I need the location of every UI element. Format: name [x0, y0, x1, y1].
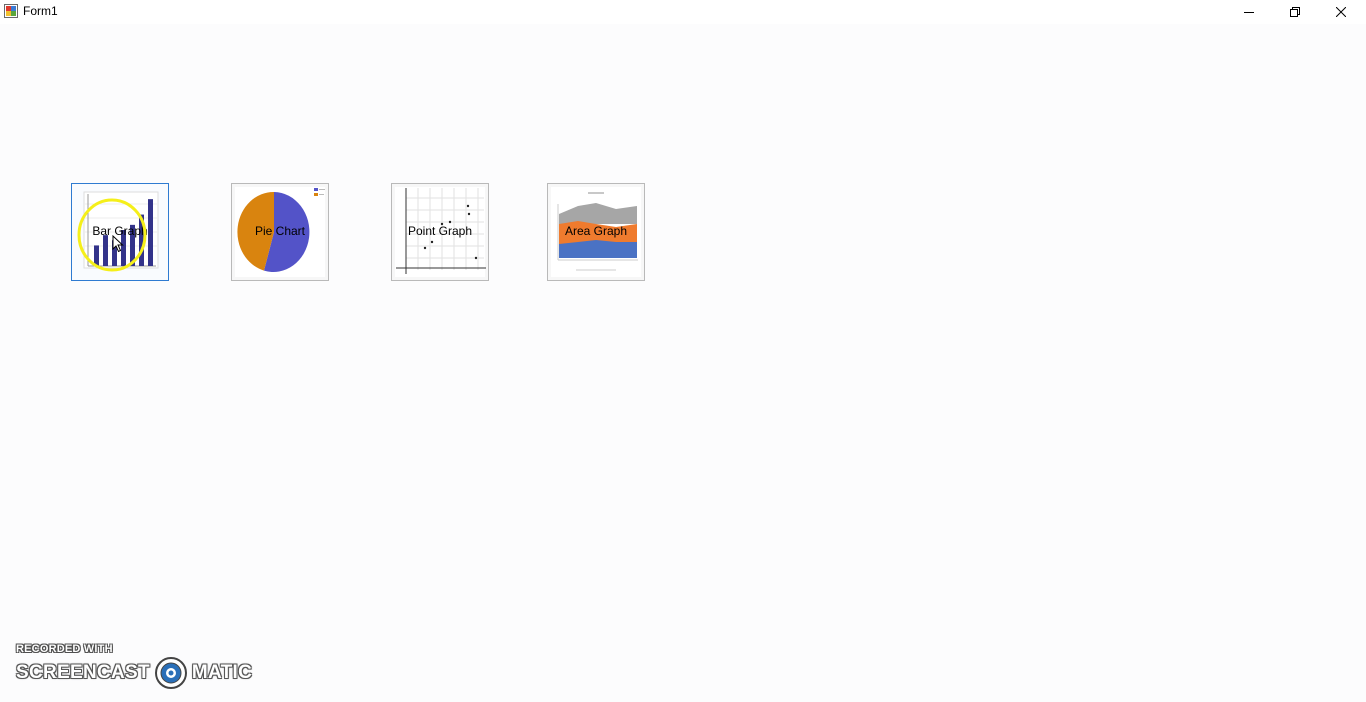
pie-chart-label: Pie Chart	[254, 224, 306, 238]
bar-mark	[103, 235, 108, 266]
restore-icon	[1290, 7, 1300, 17]
watermark-recorded-with: RECORDED WITH	[16, 643, 113, 655]
screencast-watermark: RECORDED WITH SCREENCAST MATIC	[16, 643, 252, 690]
area-graph-label: Area Graph	[564, 224, 628, 238]
watermark-left-word: SCREENCAST	[16, 662, 150, 683]
restore-button[interactable]	[1272, 0, 1318, 24]
bar-mark	[139, 214, 144, 266]
minimize-button[interactable]	[1226, 0, 1272, 24]
window-title: Form1	[23, 4, 58, 18]
title-bar: Form1	[0, 0, 1366, 24]
legend-swatch	[314, 193, 318, 196]
bar-graph-button[interactable]: Bar Graph	[71, 183, 169, 281]
minimize-icon	[1244, 12, 1254, 13]
close-icon	[1336, 7, 1346, 17]
close-button[interactable]	[1318, 0, 1364, 24]
legend-swatch	[314, 188, 318, 191]
pie-chart-button[interactable]: Pie Chart	[231, 183, 329, 281]
point-graph-label: Point Graph	[407, 224, 473, 238]
point-graph-button[interactable]: Point Graph	[391, 183, 489, 281]
app-icon	[4, 4, 18, 18]
watermark-right-word: MATIC	[191, 662, 253, 683]
bar-graph-label: Bar Graph	[92, 224, 148, 238]
bar-mark	[94, 245, 99, 266]
area-graph-button[interactable]: Area Graph	[547, 183, 645, 281]
screencast-logo-icon	[154, 657, 187, 689]
bar-mark	[112, 240, 117, 266]
